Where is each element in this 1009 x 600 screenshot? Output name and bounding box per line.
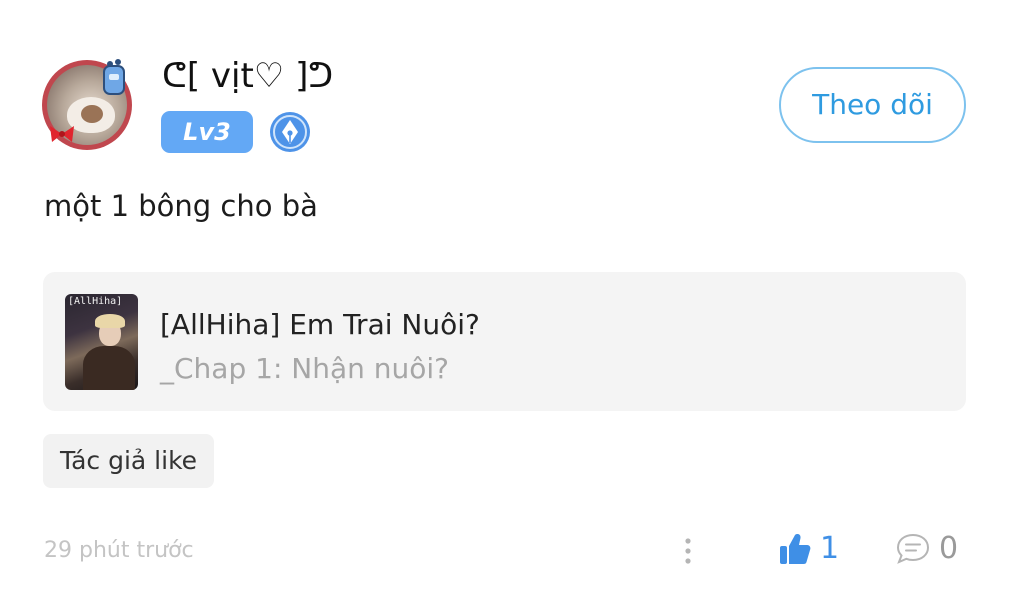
more-vertical-icon[interactable] [676, 534, 700, 568]
level-badge: Lv3 [161, 111, 253, 153]
cover-figure-hair [95, 314, 125, 328]
avatar-frame-ornament-icon [103, 59, 125, 95]
tag-chip[interactable]: Tác giả like [43, 434, 214, 488]
story-card[interactable]: [AllHiha] [AllHiha] Em Trai Nuôi? _Chap … [43, 272, 966, 411]
story-title: [AllHiha] Em Trai Nuôi? [160, 308, 480, 341]
avatar-photo-detail [81, 105, 103, 123]
cover-figure-coat [83, 346, 135, 390]
thumbs-up-icon [780, 534, 811, 564]
comment-bubble-icon [896, 533, 930, 564]
author-name[interactable]: ᕦ[ vịt♡ ]ᕤ [162, 56, 333, 96]
avatar-frame-bow-icon [50, 126, 74, 142]
story-cover: [AllHiha] [65, 294, 138, 390]
pen-nib-icon [270, 112, 310, 152]
comment-count: 0 [939, 531, 959, 566]
story-chapter: _Chap 1: Nhận nuôi? [160, 352, 450, 385]
timestamp: 29 phút trước [44, 538, 194, 563]
cover-title: [AllHiha] [68, 296, 123, 307]
post-text: một 1 bông cho bà [44, 189, 318, 223]
like-count: 1 [820, 531, 840, 566]
follow-button[interactable]: Theo dõi [779, 67, 966, 143]
